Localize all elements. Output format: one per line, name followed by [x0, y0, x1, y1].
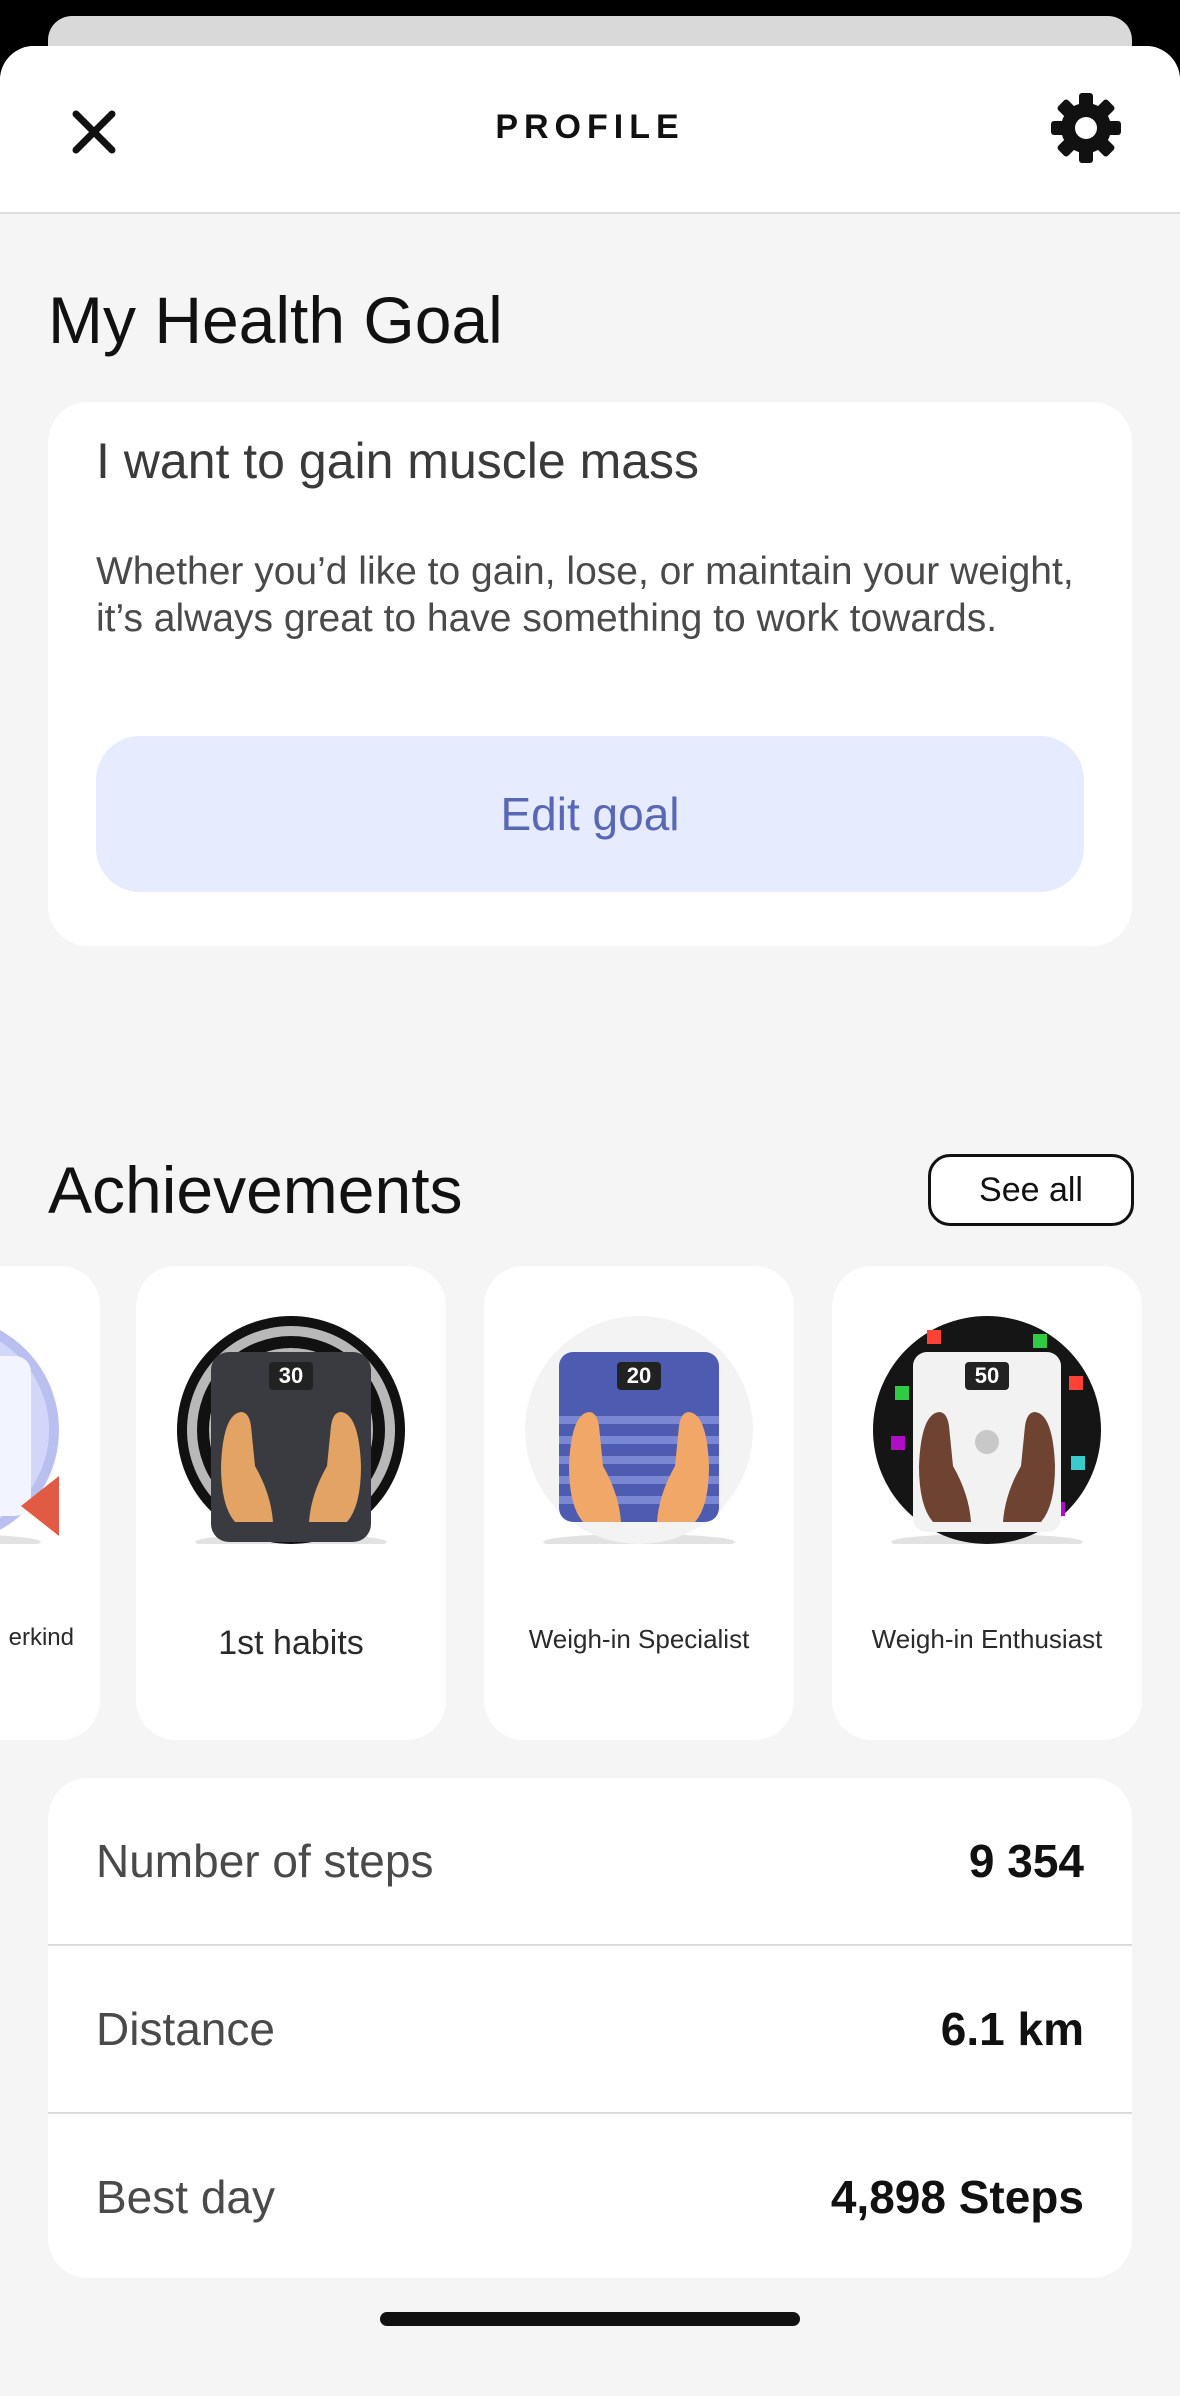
gear-icon — [1051, 93, 1121, 163]
achievement-label: erkind — [8, 1624, 74, 1651]
health-goal-title: My Health Goal — [48, 283, 503, 357]
health-goal-card: I want to gain muscle mass Whether you’d… — [48, 402, 1132, 946]
stat-row-steps: Number of steps 9 354 — [48, 1778, 1132, 1944]
scale-badge-icon: 30 — [177, 1316, 405, 1544]
stat-label: Distance — [96, 2003, 275, 2055]
achievements-title: Achievements — [48, 1153, 463, 1227]
achievement-card[interactable]: 20 Weigh-in Specialist — [484, 1266, 794, 1740]
see-all-button[interactable]: See all — [928, 1154, 1134, 1226]
settings-button[interactable] — [1044, 86, 1128, 170]
edit-goal-button[interactable]: Edit goal — [96, 736, 1084, 892]
header-bar: PROFILE — [0, 46, 1180, 214]
stat-value: 6.1 km — [940, 2003, 1084, 2055]
page-title: PROFILE — [495, 108, 685, 146]
stat-value: 9 354 — [968, 1835, 1084, 1887]
stat-label: Best day — [96, 2171, 275, 2223]
achievement-badge-icon — [0, 1330, 59, 1544]
achievement-card[interactable]: erkind — [0, 1266, 100, 1740]
scale-badge-icon: 50 — [873, 1316, 1101, 1544]
svg-text:30: 30 — [279, 1363, 303, 1388]
stat-row-best-day: Best day 4,898 Steps — [48, 2114, 1132, 2278]
scale-badge-icon: 20 — [525, 1316, 753, 1544]
home-indicator[interactable] — [380, 2312, 800, 2326]
achievement-card[interactable]: 50 Weigh-in Enthusiast — [832, 1266, 1142, 1740]
stat-value: 4,898 Steps — [830, 2171, 1084, 2223]
stat-row-distance: Distance 6.1 km — [48, 1946, 1132, 2112]
goal-description: Whether you’d like to gain, lose, or mai… — [96, 550, 1074, 640]
achievement-label: Weigh-in Enthusiast — [871, 1624, 1103, 1654]
svg-text:20: 20 — [627, 1363, 651, 1388]
achievement-label: Weigh-in Specialist — [528, 1624, 750, 1654]
stat-label: Number of steps — [96, 1835, 434, 1887]
profile-sheet: PROFILE My Health Goal I want to gain mu… — [0, 46, 1180, 2396]
achievement-label: 1st habits — [218, 1624, 364, 1662]
activity-stats-card: Number of steps 9 354 Distance 6.1 km Be… — [48, 1778, 1132, 2278]
svg-text:50: 50 — [975, 1363, 999, 1388]
achievement-card[interactable]: 30 1st habits — [136, 1266, 446, 1740]
goal-heading: I want to gain muscle mass — [96, 433, 700, 489]
